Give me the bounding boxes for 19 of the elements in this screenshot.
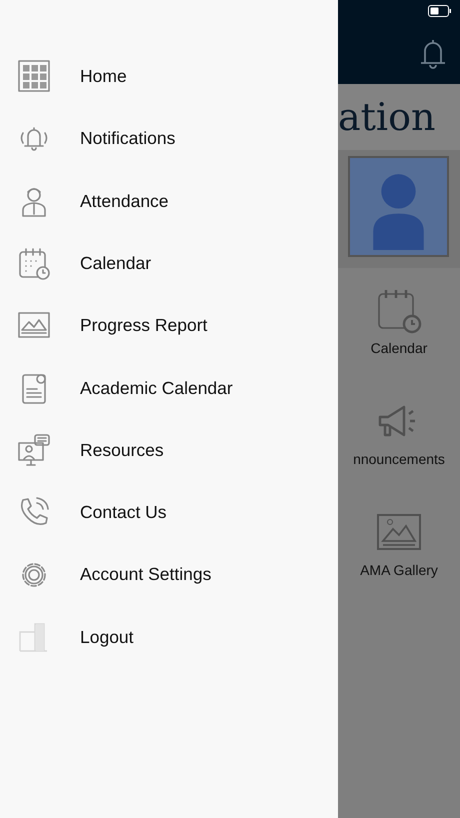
menu-item[interactable]: Home bbox=[0, 45, 338, 108]
page-title: ation bbox=[338, 95, 436, 139]
menu-item[interactable]: Calendar bbox=[0, 232, 338, 294]
menu-item[interactable]: Attendance bbox=[0, 170, 338, 232]
menu-item[interactable]: Resources bbox=[0, 418, 338, 482]
menu-item[interactable]: Progress Report bbox=[0, 294, 338, 356]
grid-icon bbox=[17, 59, 51, 94]
tile-label: nnouncements bbox=[353, 450, 445, 469]
menu-item[interactable]: Academic Calendar bbox=[0, 356, 338, 419]
menu-item[interactable]: Notifications bbox=[0, 107, 338, 170]
menu-item[interactable]: Account Settings bbox=[0, 543, 338, 606]
tile-label: AMA Gallery bbox=[360, 561, 438, 580]
monitor-chat-icon bbox=[17, 432, 51, 467]
calendar-clock-icon bbox=[17, 246, 51, 280]
battery-icon bbox=[428, 5, 452, 17]
menu-item[interactable]: Logout bbox=[0, 606, 338, 668]
calendar-clock-icon[interactable] bbox=[376, 288, 422, 334]
tile-label: Calendar bbox=[370, 339, 428, 358]
menu-item[interactable]: Contact Us bbox=[0, 481, 338, 544]
